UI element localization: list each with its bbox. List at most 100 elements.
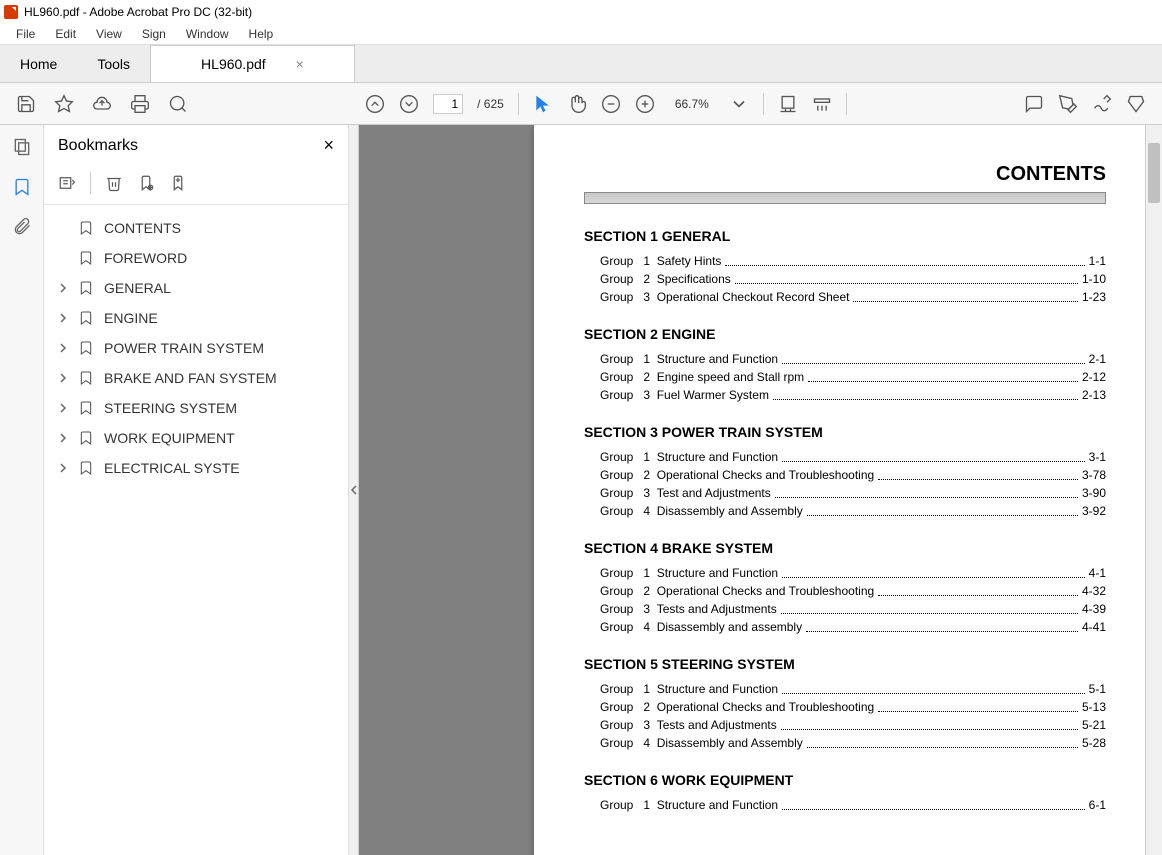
group-label: Group 4: [600, 618, 657, 636]
group-page: 2-13: [1082, 386, 1106, 404]
bookmark-item[interactable]: GENERAL: [44, 273, 348, 303]
tab-tools[interactable]: Tools: [77, 46, 150, 82]
bookmark-icon: [78, 339, 94, 357]
chevron-right-icon[interactable]: [58, 403, 68, 413]
group-label: Group 4: [600, 502, 657, 520]
delete-bookmark-icon[interactable]: [105, 174, 123, 192]
vertical-scrollbar[interactable]: [1145, 125, 1162, 855]
attachments-icon[interactable]: [12, 217, 32, 237]
group-page: 5-13: [1082, 698, 1106, 716]
bookmark-icon: [78, 369, 94, 387]
menu-edit[interactable]: Edit: [45, 27, 86, 41]
scrollbar-thumb[interactable]: [1148, 143, 1160, 203]
menu-file[interactable]: File: [6, 27, 45, 41]
find-bookmark-icon[interactable]: [169, 174, 187, 192]
page-up-icon[interactable]: [365, 94, 385, 114]
bookmark-icon: [78, 309, 94, 327]
menu-help[interactable]: Help: [239, 27, 284, 41]
separator: [846, 93, 847, 115]
group-page: 1-1: [1089, 252, 1106, 270]
separator: [518, 93, 519, 115]
options-icon[interactable]: [58, 174, 76, 192]
thumbnails-icon[interactable]: [12, 137, 32, 157]
panel-collapse-handle[interactable]: [349, 125, 359, 855]
group-name: Disassembly and assembly: [657, 618, 802, 636]
group-label: Group 2: [600, 582, 657, 600]
bookmark-label: CONTENTS: [104, 220, 181, 236]
bookmark-item[interactable]: STEERING SYSTEM: [44, 393, 348, 423]
toc-row: Group 2 Operational Checks and Troublesh…: [600, 698, 1106, 716]
group-label: Group 1: [600, 796, 657, 814]
group-label: Group 1: [600, 252, 657, 270]
chevron-right-icon[interactable]: [58, 373, 68, 383]
bookmark-item[interactable]: ENGINE: [44, 303, 348, 333]
group-label: Group 4: [600, 734, 657, 752]
bookmarks-rail-icon[interactable]: [12, 177, 32, 197]
tab-close-icon[interactable]: ×: [296, 56, 304, 72]
toc-row: Group 1 Structure and Function5-1: [600, 680, 1106, 698]
stamp-icon[interactable]: [1126, 94, 1146, 114]
toc-row: Group 1 Structure and Function4-1: [600, 564, 1106, 582]
zoom-out-icon[interactable]: [601, 94, 621, 114]
chevron-right-icon[interactable]: [58, 313, 68, 323]
bookmark-item[interactable]: POWER TRAIN SYSTEM: [44, 333, 348, 363]
toc-row: Group 2 Specifications1-10: [600, 270, 1106, 288]
fit-width-icon[interactable]: [778, 94, 798, 114]
save-icon[interactable]: [16, 94, 36, 114]
group-label: Group 2: [600, 368, 657, 386]
bookmark-label: BRAKE AND FAN SYSTEM: [104, 370, 277, 386]
toc-row: Group 3 Fuel Warmer System2-13: [600, 386, 1106, 404]
page-number-input[interactable]: [433, 94, 463, 114]
dotted-leader: [806, 618, 1078, 632]
bookmark-item[interactable]: CONTENTS: [44, 213, 348, 243]
dotted-leader: [808, 368, 1078, 382]
bookmark-item[interactable]: ELECTRICAL SYSTE: [44, 453, 348, 483]
dotted-leader: [807, 734, 1078, 748]
sign-icon[interactable]: [1092, 94, 1112, 114]
tab-home[interactable]: Home: [0, 46, 77, 82]
section-title: SECTION 5 STEERING SYSTEM: [584, 656, 1106, 672]
zoom-level[interactable]: 66.7%: [669, 97, 715, 111]
tab-document[interactable]: HL960.pdf ×: [150, 45, 355, 82]
group-label: Group 1: [600, 448, 657, 466]
bookmarks-close-icon[interactable]: ×: [323, 135, 334, 156]
find-icon[interactable]: [168, 94, 188, 114]
group-page: 5-1: [1089, 680, 1106, 698]
new-bookmark-icon[interactable]: [137, 174, 155, 192]
document-area[interactable]: CONTENTS SECTION 1 GENERALGroup 1 Safety…: [359, 125, 1145, 855]
highlight-icon[interactable]: [1058, 94, 1078, 114]
menu-window[interactable]: Window: [176, 27, 239, 41]
chevron-right-icon[interactable]: [58, 343, 68, 353]
chevron-right-icon[interactable]: [58, 463, 68, 473]
bookmark-item[interactable]: BRAKE AND FAN SYSTEM: [44, 363, 348, 393]
page-down-icon[interactable]: [399, 94, 419, 114]
dotted-leader: [735, 270, 1078, 284]
chevron-down-icon[interactable]: [729, 94, 749, 114]
comment-icon[interactable]: [1024, 94, 1044, 114]
dotted-leader: [782, 448, 1085, 462]
cloud-icon[interactable]: [92, 94, 112, 114]
toc-section: SECTION 5 STEERING SYSTEM Group 1 Structu…: [584, 656, 1106, 752]
group-page: 1-10: [1082, 270, 1106, 288]
select-cursor-icon[interactable]: [533, 94, 553, 114]
hand-icon[interactable]: [567, 94, 587, 114]
left-rail: [0, 125, 44, 855]
menu-sign[interactable]: Sign: [132, 27, 176, 41]
bookmark-label: FOREWORD: [104, 250, 187, 266]
fit-page-icon[interactable]: [812, 94, 832, 114]
chevron-right-icon[interactable]: [58, 433, 68, 443]
print-icon[interactable]: [130, 94, 150, 114]
menu-view[interactable]: View: [86, 27, 132, 41]
star-icon[interactable]: [54, 94, 74, 114]
group-label: Group 1: [600, 680, 657, 698]
group-name: Operational Checkout Record Sheet: [657, 288, 850, 306]
zoom-in-icon[interactable]: [635, 94, 655, 114]
bookmark-item[interactable]: WORK EQUIPMENT: [44, 423, 348, 453]
bookmark-item[interactable]: FOREWORD: [44, 243, 348, 273]
menubar: File Edit View Sign Window Help: [0, 23, 1162, 45]
chevron-right-icon[interactable]: [58, 283, 68, 293]
toc-row: Group 3 Test and Adjustments3-90: [600, 484, 1106, 502]
group-name: Operational Checks and Troubleshooting: [657, 582, 874, 600]
bookmark-icon: [78, 249, 94, 267]
pdf-page: CONTENTS SECTION 1 GENERALGroup 1 Safety…: [534, 125, 1145, 855]
